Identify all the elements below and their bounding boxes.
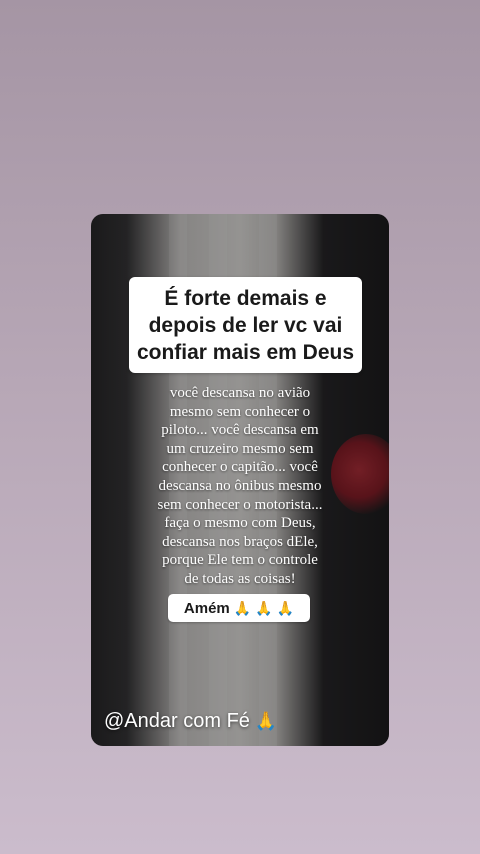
amen-label-box: Amém 🙏 🙏 🙏 — [168, 594, 310, 622]
praying-hands-icon: 🙏 — [254, 710, 278, 731]
praying-hands-icon: 🙏 — [255, 600, 273, 616]
praying-hands-icon: 🙏 — [233, 600, 252, 616]
amen-label: Amém — [183, 599, 230, 617]
title-label-box: É forte demais e depois de ler vc vai co… — [129, 277, 362, 373]
post-body-text: você descansa no avião mesmo sem conhece… — [157, 385, 323, 587]
author-handle[interactable]: @Andar com Fé 🙏 — [104, 707, 277, 735]
praying-hands-icon: 🙏 — [276, 600, 295, 616]
post-title: É forte demais e depois de ler vc vai co… — [136, 286, 355, 364]
author-handle-label[interactable]: @Andar com Fé — [104, 710, 250, 733]
